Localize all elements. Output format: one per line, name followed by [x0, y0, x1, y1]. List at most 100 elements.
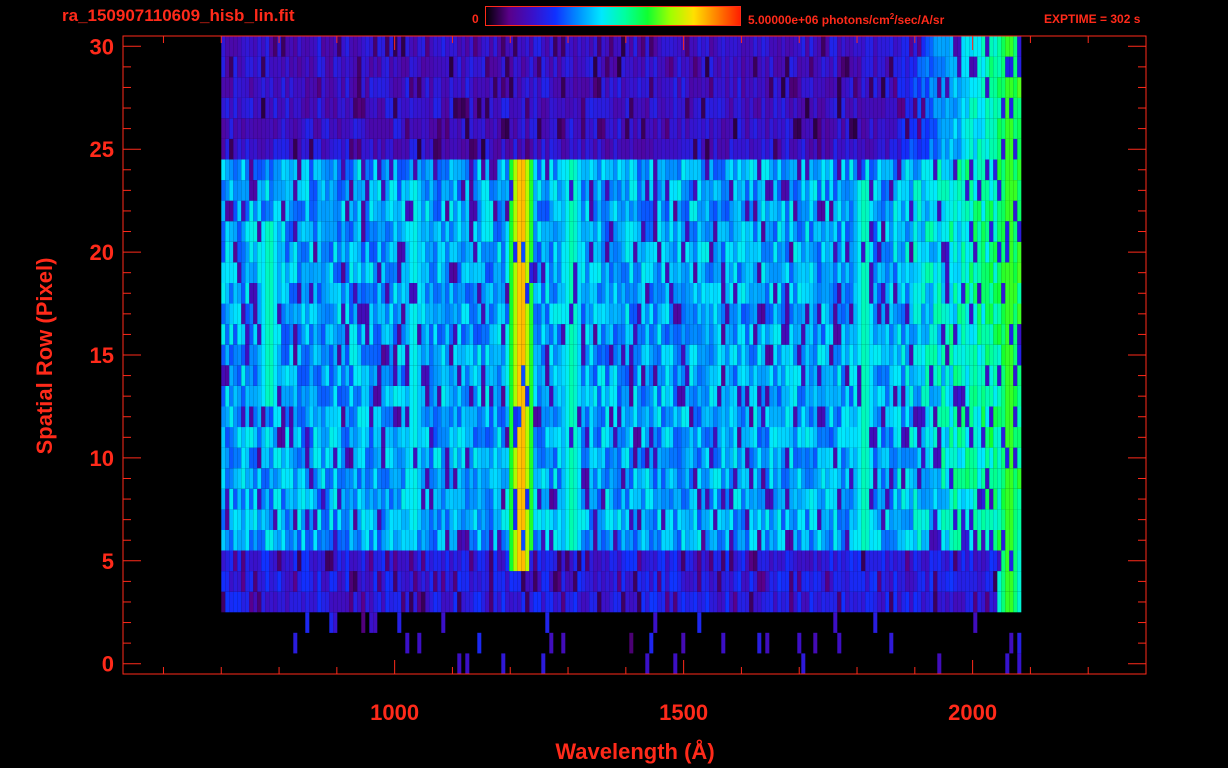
heatmap-cell [373, 571, 378, 592]
heatmap-cell [481, 529, 486, 551]
heatmap-cell [221, 344, 226, 366]
heatmap-cell [269, 468, 274, 489]
heatmap-cell [793, 283, 798, 304]
heatmap-cell [529, 324, 534, 345]
heatmap-cell [913, 344, 918, 366]
heatmap-cell [373, 612, 378, 633]
heatmap-cell [413, 118, 418, 139]
heatmap-cell [429, 138, 434, 160]
heatmap-cell [605, 241, 610, 263]
heatmap-cell [573, 488, 578, 510]
heatmap-cell [917, 221, 922, 242]
heatmap-cell [601, 241, 606, 263]
heatmap-cell [825, 488, 830, 510]
heatmap-cell [953, 385, 958, 407]
heatmap-cell [1017, 365, 1022, 386]
heatmap-cell [669, 159, 674, 181]
heatmap-cell [493, 159, 498, 181]
heatmap-cell [601, 159, 606, 181]
heatmap-cell [745, 221, 750, 242]
heatmap-cell [829, 241, 834, 263]
heatmap-cell [909, 447, 914, 469]
heatmap-cell [557, 571, 562, 592]
heatmap-cell [449, 262, 454, 283]
heatmap-cell [349, 427, 354, 448]
heatmap-cell [977, 324, 982, 345]
heatmap-cell [437, 97, 442, 119]
heatmap-cell [281, 283, 286, 304]
heatmap-cell [793, 365, 798, 386]
heatmap-cell [901, 159, 906, 181]
heatmap-cell [717, 262, 722, 283]
heatmap-cell [681, 159, 686, 181]
heatmap-cell [1017, 529, 1022, 551]
heatmap-cell [821, 427, 826, 448]
heatmap-cell [581, 138, 586, 160]
heatmap-cell [513, 324, 518, 345]
heatmap-cell [945, 385, 950, 407]
heatmap-cell [445, 365, 450, 386]
heatmap-cell [221, 571, 226, 592]
heatmap-cell [409, 200, 414, 222]
heatmap-cell [257, 283, 262, 304]
heatmap-cell [609, 591, 614, 613]
heatmap-cell [697, 283, 702, 304]
heatmap-cell [849, 344, 854, 366]
heatmap-cell [321, 447, 326, 469]
heatmap-cell [941, 365, 946, 386]
heatmap-cell [849, 488, 854, 510]
heatmap-cell [461, 241, 466, 263]
heatmap-cell [685, 488, 690, 510]
heatmap-cell [837, 283, 842, 304]
heatmap-cell [781, 468, 786, 489]
heatmap-cell [305, 468, 310, 489]
heatmap-cell [1005, 509, 1010, 530]
heatmap-cell [737, 509, 742, 530]
heatmap-cell [1013, 529, 1018, 551]
heatmap-cell [405, 118, 410, 139]
heatmap-cell [645, 365, 650, 386]
heatmap-cell [609, 529, 614, 551]
heatmap-cell [713, 488, 718, 510]
heatmap-cell [613, 509, 618, 530]
heatmap-cell [985, 447, 990, 469]
heatmap-cell [817, 591, 822, 613]
heatmap-cell [877, 324, 882, 345]
heatmap-cell [349, 303, 354, 325]
heatmap-cell [937, 283, 942, 304]
heatmap-cell [613, 406, 618, 428]
heatmap-cell [733, 509, 738, 530]
heatmap-cell [333, 468, 338, 489]
heatmap-cell [249, 406, 254, 428]
heatmap-cell [653, 303, 658, 325]
heatmap-cell [289, 529, 294, 551]
heatmap-cell [569, 427, 574, 448]
heatmap-cell [929, 241, 934, 263]
heatmap-cell [637, 97, 642, 119]
heatmap-cell [765, 241, 770, 263]
heatmap-cell [633, 385, 638, 407]
heatmap-cell [765, 262, 770, 283]
heatmap-cell [761, 324, 766, 345]
heatmap-cell [233, 324, 238, 345]
heatmap-cell [917, 241, 922, 263]
heatmap-cell [789, 303, 794, 325]
heatmap-cell [893, 303, 898, 325]
heatmap-cell [281, 468, 286, 489]
heatmap-cell [773, 385, 778, 407]
heatmap-cell [233, 571, 238, 592]
heatmap-cell [701, 447, 706, 469]
heatmap-cell [717, 344, 722, 366]
heatmap-cell [465, 324, 470, 345]
heatmap-cell [949, 324, 954, 345]
heatmap-cell [357, 344, 362, 366]
heatmap-cell [581, 488, 586, 510]
heatmap-cell [253, 591, 258, 613]
heatmap-cell [829, 365, 834, 386]
heatmap-cell [969, 591, 974, 613]
heatmap-cell [709, 468, 714, 489]
heatmap-cell [453, 529, 458, 551]
heatmap-cell [357, 159, 362, 181]
heatmap-cell [913, 241, 918, 263]
heatmap-cell [573, 385, 578, 407]
